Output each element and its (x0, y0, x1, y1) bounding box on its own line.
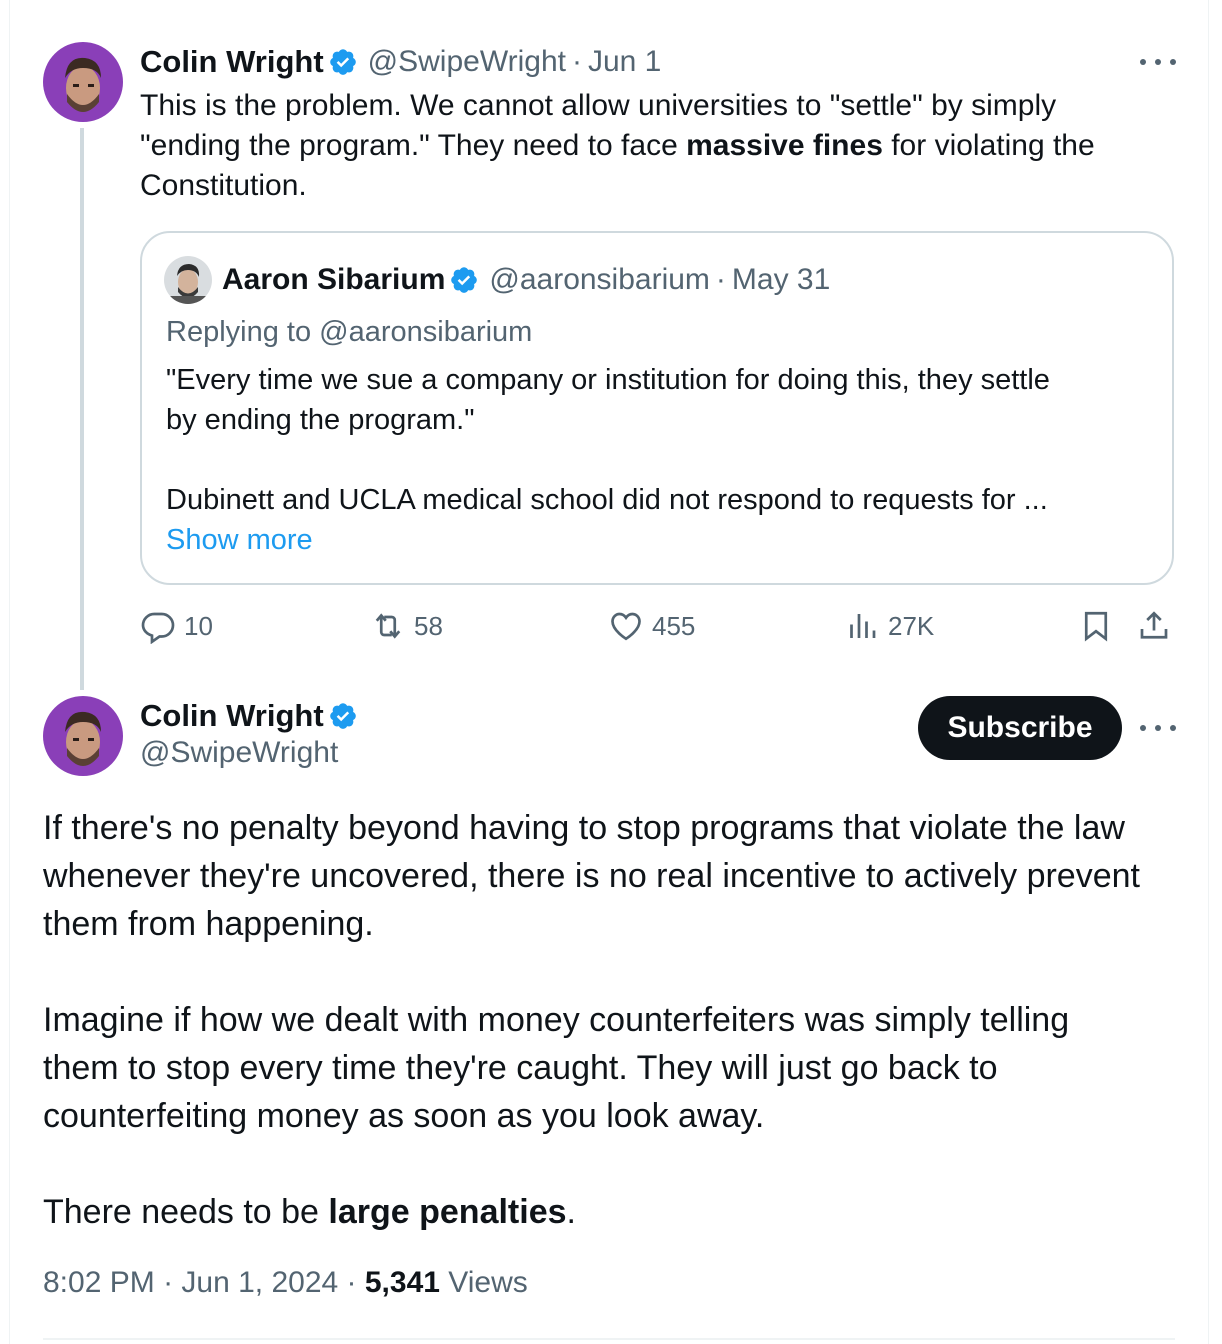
quote-text-line: Dubinett and UCLA medical school did not… (166, 484, 1048, 516)
reply-count: 10 (184, 610, 213, 641)
repost-count: 58 (414, 610, 443, 641)
tweet2-line: whenever they're uncovered, there is no … (43, 857, 1140, 895)
tweet2-paragraph: There needs to be large penalties. (43, 1188, 576, 1236)
show-more-link[interactable]: Show more (166, 520, 313, 560)
verified-badge-icon[interactable] (328, 47, 358, 77)
share-icon (1140, 611, 1168, 639)
avatar-aaron-sibarium[interactable] (164, 256, 212, 304)
tweet1-text: This is the problem. We cannot allow uni… (140, 86, 1095, 206)
bookmark-button[interactable] (1078, 608, 1122, 644)
views-count: 27K (888, 610, 935, 641)
tweet-full-date[interactable]: Jun 1, 2024 (181, 1266, 338, 1299)
tweet-date[interactable]: Jun 1 (588, 45, 661, 79)
tweet1-line: "ending the program." They need to face … (140, 129, 1095, 162)
tweet2-paragraph: If there's no penalty beyond having to s… (43, 804, 1140, 948)
avatar-colin-wright[interactable] (43, 42, 123, 122)
action-bar: 10 58 455 27K (140, 608, 1174, 654)
views-button[interactable]: 27K (844, 608, 934, 644)
more-icon[interactable] (1140, 721, 1176, 735)
quote-date[interactable]: May 31 (732, 263, 830, 297)
tweet1-header: Colin Wright @SwipeWright · Jun 1 (140, 42, 661, 82)
thread-connector (80, 128, 84, 690)
like-icon (611, 612, 641, 641)
like-button[interactable]: 455 (608, 608, 695, 644)
like-count: 455 (652, 610, 696, 641)
separator-dot: · (571, 45, 582, 78)
author-handle[interactable]: @SwipeWright (140, 736, 338, 770)
quote-header: Aaron Sibarium @aaronsibarium · May 31 (222, 260, 830, 300)
tweet2-line: Imagine if how we dealt with money count… (43, 1001, 1070, 1039)
share-button[interactable] (1136, 608, 1180, 644)
tweet1-line: This is the problem. We cannot allow uni… (140, 89, 1057, 122)
reply-button[interactable]: 10 (140, 608, 213, 644)
repost-icon (375, 613, 401, 639)
reply-icon (141, 612, 175, 644)
subscribe-button[interactable]: Subscribe (918, 696, 1122, 760)
tweet2-line: them to stop every time they're caught. … (43, 1049, 998, 1087)
views-number[interactable]: 5,341 (365, 1266, 440, 1299)
verified-badge-icon[interactable] (328, 701, 358, 731)
more-icon[interactable] (1140, 55, 1176, 69)
bookmark-icon (1084, 611, 1108, 642)
views-icon (850, 614, 876, 638)
tweet-meta: 8:02 PM · Jun 1, 2024 · 5,341 Views (43, 1266, 528, 1300)
divider (43, 1338, 1175, 1340)
verified-badge-icon[interactable] (449, 265, 479, 295)
author-name[interactable]: Colin Wright (140, 698, 324, 734)
tweet1-line: Constitution. (140, 169, 307, 202)
tweet2-line: If there's no penalty beyond having to s… (43, 809, 1125, 847)
quote-author-name[interactable]: Aaron Sibarium (222, 263, 445, 297)
quote-author-handle[interactable]: @aaronsibarium (489, 263, 710, 297)
tweet2-line: counterfeiting money as soon as you look… (43, 1097, 765, 1135)
replying-to[interactable]: Replying to @aaronsibarium (166, 312, 532, 352)
quote-text-line: "Every time we sue a company or institut… (166, 364, 1050, 396)
tweet2-line: them from happening. (43, 905, 374, 943)
avatar-colin-wright[interactable] (43, 696, 123, 776)
tweet2-paragraph: Imagine if how we dealt with money count… (43, 996, 1069, 1140)
author-name[interactable]: Colin Wright (140, 44, 324, 80)
repost-button[interactable]: 58 (370, 608, 443, 644)
quote-text-line: by ending the program." (166, 404, 475, 436)
tweet2-line: There needs to be large penalties. (43, 1193, 576, 1231)
separator-dot: · (154, 1266, 182, 1299)
tweet2-header: Colin Wright (140, 696, 358, 736)
separator-dot: · (338, 1266, 365, 1299)
separator-dot: · (715, 263, 726, 296)
tweet-time[interactable]: 8:02 PM (43, 1266, 155, 1299)
views-label: Views (439, 1266, 528, 1299)
author-handle[interactable]: @SwipeWright (368, 45, 566, 79)
